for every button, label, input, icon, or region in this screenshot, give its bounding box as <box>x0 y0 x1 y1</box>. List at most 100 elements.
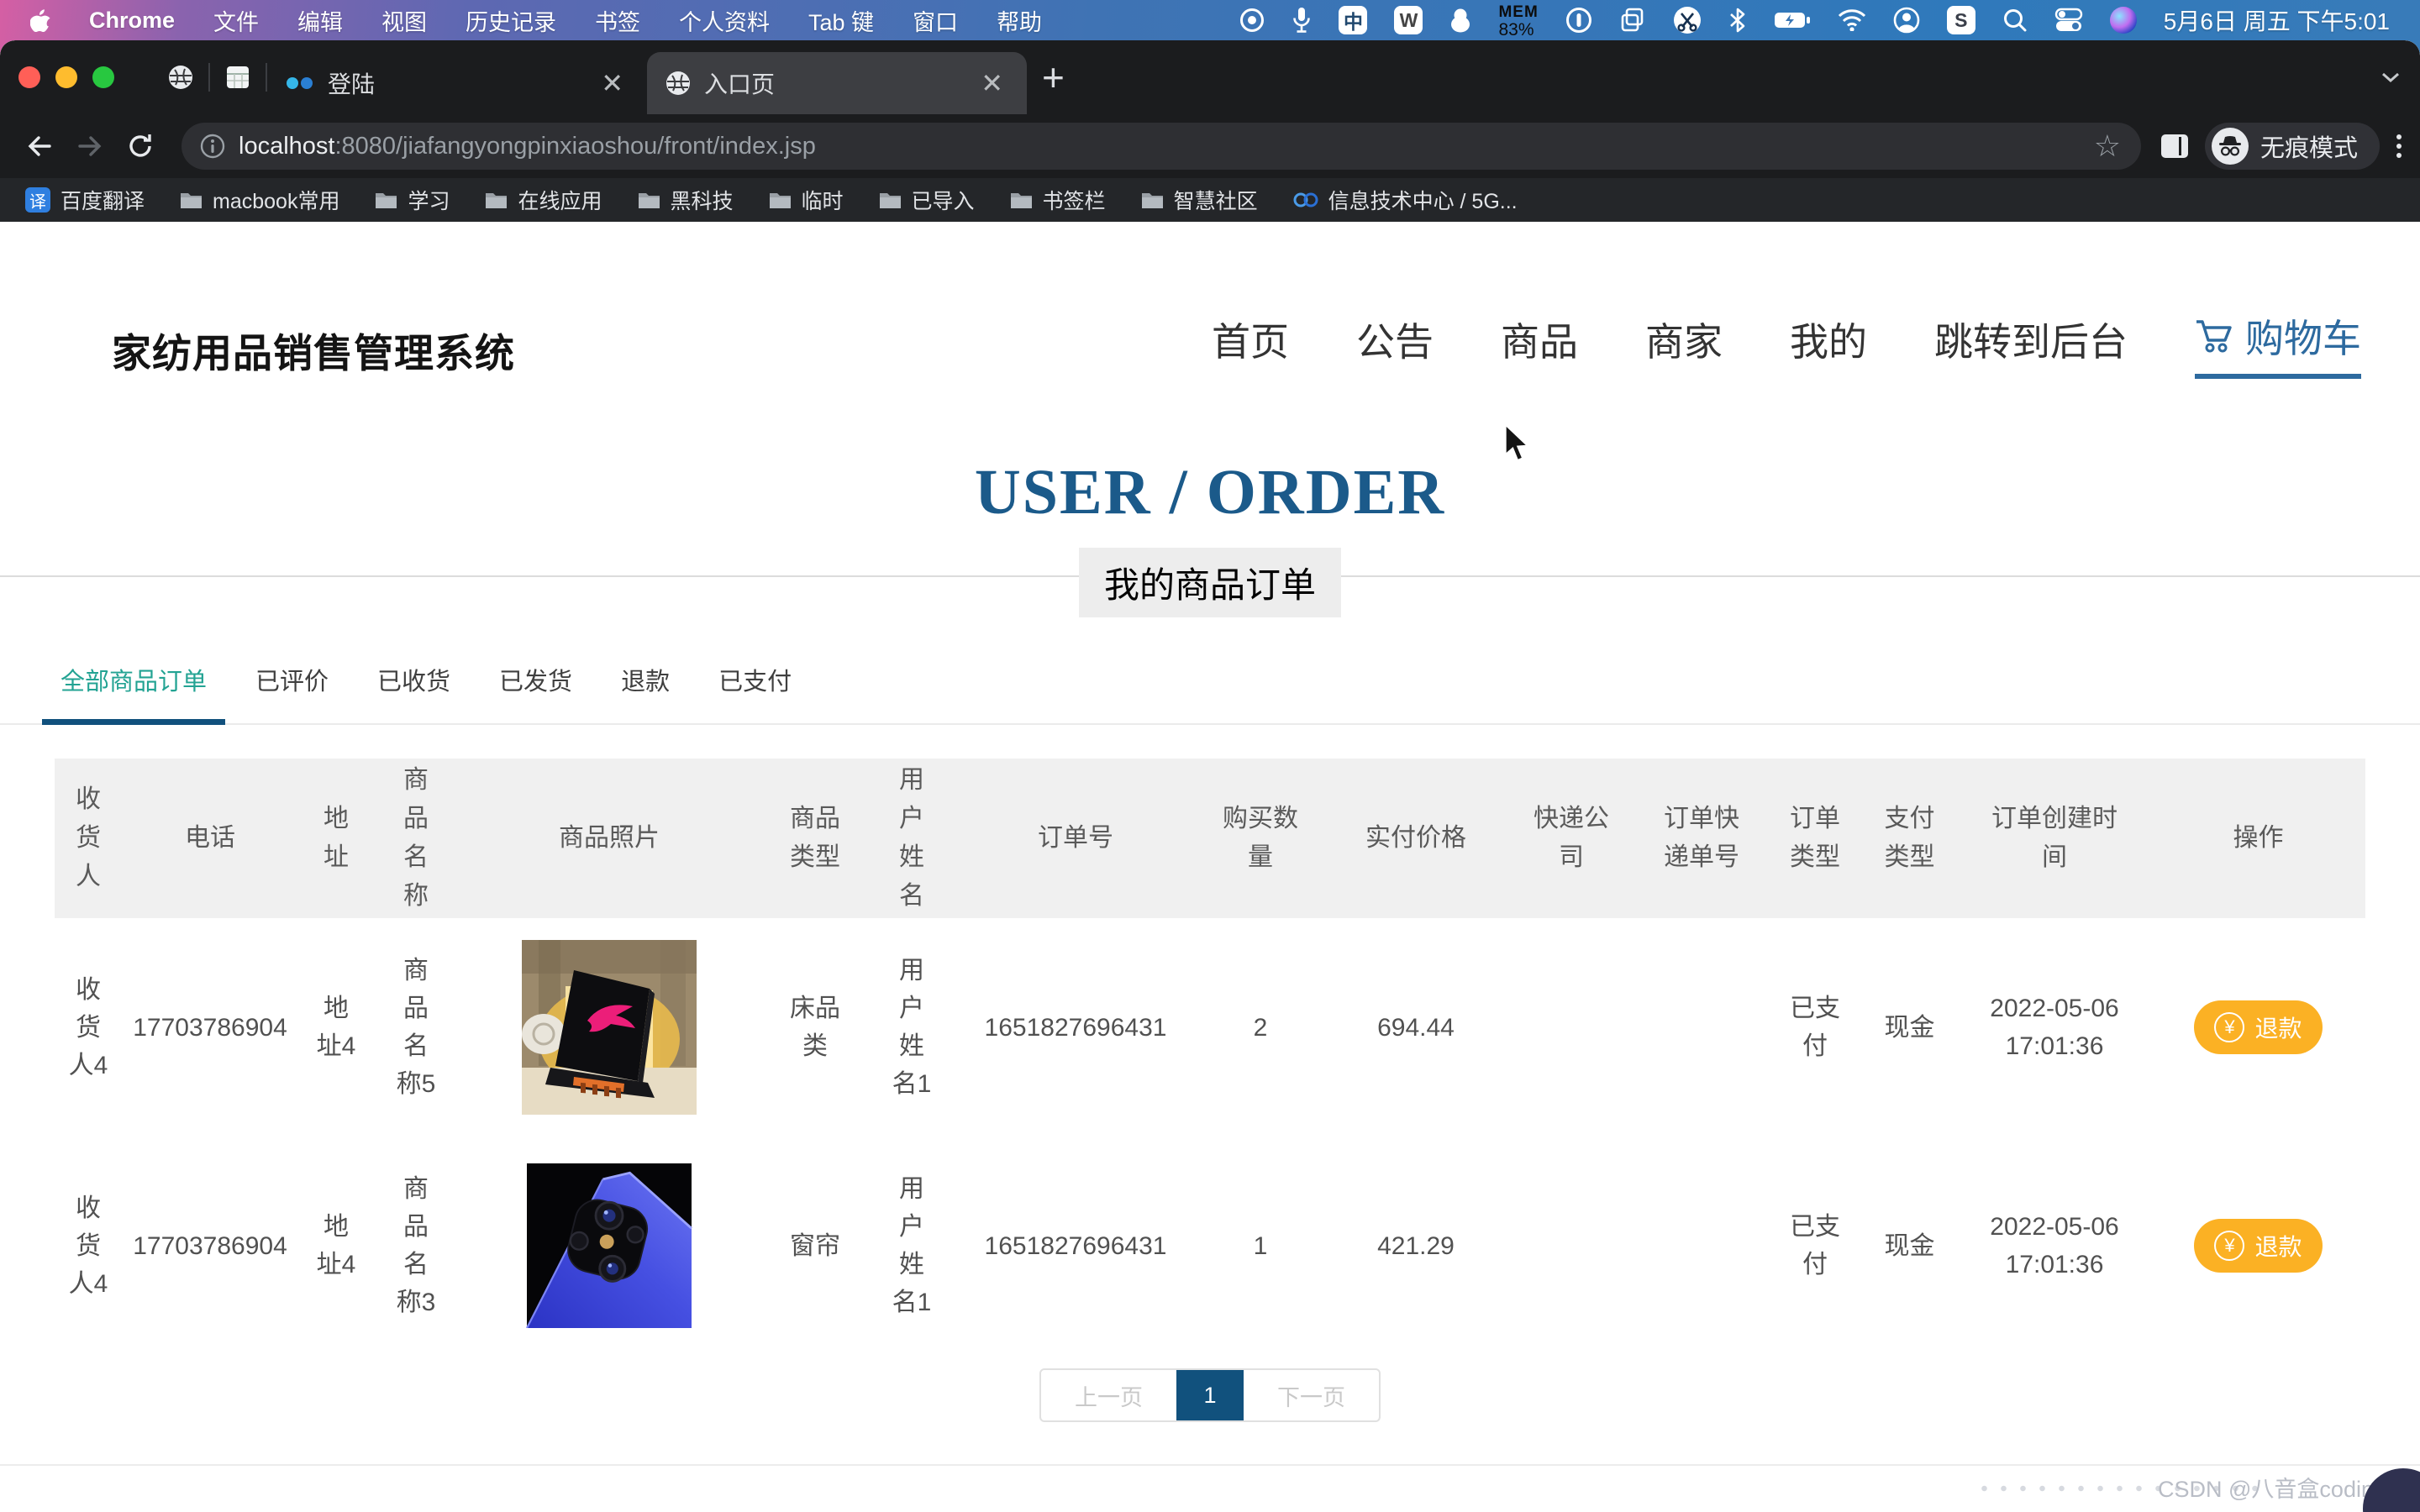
pinned-tab-globe-icon[interactable] <box>153 65 208 90</box>
bookmarks-bar: 译 百度翻译 macbook常用 学习 在线应用 黑科技 临时 已导入 <box>0 178 2420 222</box>
forward-button[interactable] <box>69 131 111 161</box>
col-order-no: 订单号 <box>954 759 1197 918</box>
pinned-tab-sheet-icon[interactable] <box>210 66 266 89</box>
menubar-item-profile[interactable]: 个人资料 <box>679 4 770 37</box>
menubar-item-help[interactable]: 帮助 <box>997 4 1042 37</box>
site-info-icon[interactable] <box>200 134 225 159</box>
bookmark-folder-macbook[interactable]: macbook常用 <box>180 185 339 215</box>
col-actions: 操作 <box>2151 759 2365 918</box>
record-icon[interactable] <box>1239 8 1265 33</box>
incognito-label: 无痕模式 <box>2260 129 2358 164</box>
memory-indicator[interactable]: MEM83% <box>1498 3 1538 39</box>
zoom-window-button[interactable] <box>92 66 114 88</box>
login-tab-favicon <box>286 76 314 90</box>
browser-window: 登陆 ✕ 入口页 ✕ + localhost:8 <box>0 40 2420 1512</box>
qq-icon[interactable] <box>1449 8 1471 33</box>
table-header-row: 收货人 电话 地址 商品名称 商品照片 商品类型 用户姓名 订单号 购买数量 实… <box>55 759 2365 918</box>
tab-search-chevron-icon[interactable] <box>2380 70 2402 85</box>
bookmark-folder-imported[interactable]: 已导入 <box>879 185 975 215</box>
siri-icon[interactable] <box>2110 7 2137 34</box>
refund-button[interactable]: ¥ 退款 <box>2194 1000 2322 1054</box>
address-bar[interactable]: localhost:8080/jiafangyongpinxiaoshou/fr… <box>182 123 2141 170</box>
pagination-current[interactable]: 1 <box>1176 1370 1244 1420</box>
browser-toolbar: localhost:8080/jiafangyongpinxiaoshou/fr… <box>0 114 2420 178</box>
battery-icon[interactable] <box>1774 10 1811 30</box>
control-center-icon[interactable] <box>2054 8 2083 33</box>
scissors-icon[interactable] <box>1673 6 1702 34</box>
bookmark-folder-online-apps[interactable]: 在线应用 <box>485 185 602 215</box>
minimize-window-button[interactable] <box>55 66 77 88</box>
microphone-icon[interactable] <box>1292 7 1312 34</box>
wps-icon[interactable]: W <box>1394 6 1423 34</box>
tab-close-icon[interactable]: ✕ <box>596 67 629 99</box>
tab-reviewed[interactable]: 已评价 <box>237 662 347 723</box>
col-product-photo: 商品照片 <box>458 759 760 918</box>
menubar-item-history[interactable]: 历史记录 <box>466 4 556 37</box>
tab-all-orders[interactable]: 全部商品订单 <box>42 662 225 725</box>
col-tracking-no: 订单快递单号 <box>1634 759 1769 918</box>
menubar-item-file[interactable]: 文件 <box>213 4 259 37</box>
spotlight-icon[interactable] <box>2002 8 2028 33</box>
site-title: 家纺用品销售管理系统 <box>112 321 515 379</box>
onepassword-icon[interactable] <box>1565 7 1592 34</box>
yuan-icon: ¥ <box>2214 1012 2244 1042</box>
bluetooth-icon[interactable] <box>1728 7 1747 34</box>
side-panel-icon[interactable] <box>2161 134 2188 158</box>
user-account-icon[interactable] <box>1893 7 1920 34</box>
pagination-next[interactable]: 下一页 <box>1244 1370 1379 1420</box>
clipboard-icon[interactable] <box>1619 7 1646 34</box>
input-method-icon[interactable]: 中 <box>1339 6 1367 34</box>
tab-refund[interactable]: 退款 <box>602 662 688 723</box>
url-path: :8080/jiafangyongpinxiaoshou/front/index… <box>334 133 815 160</box>
close-window-button[interactable] <box>18 66 40 88</box>
menubar-item-window[interactable]: 窗口 <box>913 4 958 37</box>
bookmark-baidu-translate[interactable]: 译 百度翻译 <box>25 185 145 215</box>
page-content: 家纺用品销售管理系统 首页 公告 商品 商家 我的 跳转到后台 购物车 USER… <box>0 262 2420 1512</box>
nav-home[interactable]: 首页 <box>1212 312 1289 379</box>
bookmark-folder-temp[interactable]: 临时 <box>769 185 844 215</box>
order-row: 收货人4 17703786904 地址4 商品名称5 <box>55 918 2365 1137</box>
chrome-menu-icon[interactable] <box>2396 134 2402 158</box>
product-photo-phone <box>522 1163 697 1328</box>
bookmark-folder-blacktech[interactable]: 黑科技 <box>638 185 734 215</box>
tab-login[interactable]: 登陆 ✕ <box>267 52 647 114</box>
reload-button[interactable] <box>119 131 161 161</box>
nav-mine[interactable]: 我的 <box>1790 312 1867 379</box>
pagination-prev[interactable]: 上一页 <box>1041 1370 1176 1420</box>
back-button[interactable] <box>18 131 60 161</box>
bookmark-star-icon[interactable]: ☆ <box>2082 129 2133 164</box>
menubar-clock[interactable]: 5月6日 周五 下午5:01 <box>2164 3 2390 37</box>
menubar-item-view[interactable]: 视图 <box>381 4 427 37</box>
tab-shipped[interactable]: 已发货 <box>481 662 591 723</box>
tab-received[interactable]: 已收货 <box>359 662 469 723</box>
main-nav: 首页 公告 商品 商家 我的 跳转到后台 购物车 <box>1212 308 2361 379</box>
menubar-item-edit[interactable]: 编辑 <box>297 4 343 37</box>
nav-cart[interactable]: 购物车 <box>2195 308 2361 379</box>
bookmark-folder-study[interactable]: 学习 <box>375 185 450 215</box>
menubar-item-chrome[interactable]: Chrome <box>89 8 175 34</box>
refund-button[interactable]: ¥ 退款 <box>2194 1219 2322 1273</box>
bookmark-folder-community[interactable]: 智慧社区 <box>1141 185 1258 215</box>
nav-merchants[interactable]: 商家 <box>1645 312 1723 379</box>
nav-announcements[interactable]: 公告 <box>1356 312 1434 379</box>
tab-entry-page[interactable]: 入口页 ✕ <box>647 52 1027 114</box>
mouse-cursor <box>1502 423 1533 465</box>
new-tab-button[interactable]: + <box>1042 55 1065 100</box>
bookmark-it-center[interactable]: 信息技术中心 / 5G... <box>1293 185 1518 215</box>
product-photo-laptop <box>522 940 697 1115</box>
col-order-type: 订单类型 <box>1769 759 1861 918</box>
folder-icon <box>1141 191 1164 209</box>
nav-backend[interactable]: 跳转到后台 <box>1934 312 2128 379</box>
stats-app-icon[interactable]: S <box>1947 6 1975 34</box>
bookmark-folder-bookmarks-bar[interactable]: 书签栏 <box>1010 185 1106 215</box>
menubar-item-tab[interactable]: Tab 键 <box>808 4 874 37</box>
wifi-icon[interactable] <box>1838 9 1866 31</box>
col-price: 实付价格 <box>1323 759 1508 918</box>
menubar-item-bookmarks[interactable]: 书签 <box>595 4 640 37</box>
cart-icon <box>2195 318 2233 354</box>
tab-close-icon[interactable]: ✕ <box>976 67 1008 99</box>
tab-paid[interactable]: 已支付 <box>700 662 810 723</box>
apple-icon[interactable] <box>30 8 50 32</box>
order-row: 收货人4 17703786904 地址4 商品名称3 <box>55 1137 2365 1355</box>
nav-products[interactable]: 商品 <box>1501 312 1578 379</box>
